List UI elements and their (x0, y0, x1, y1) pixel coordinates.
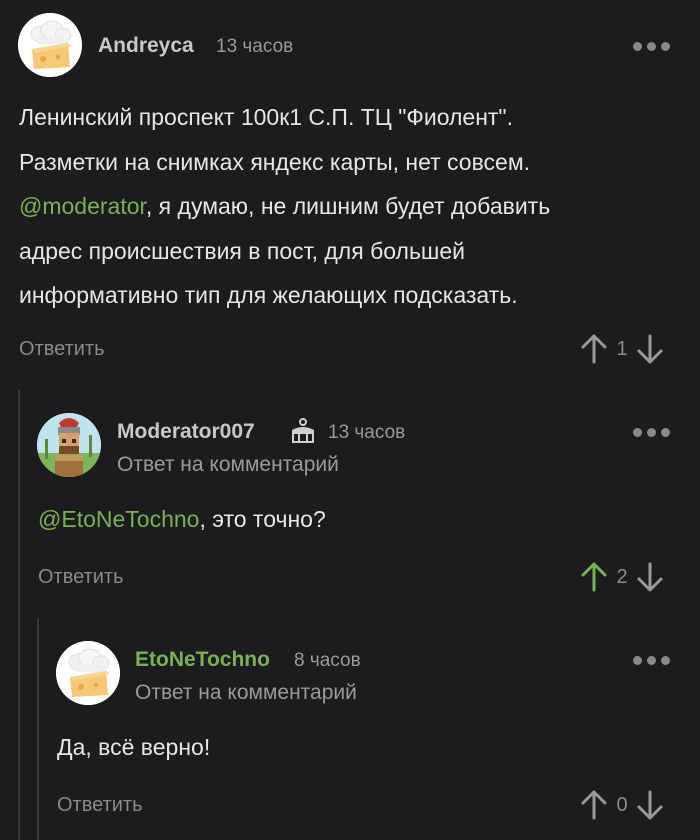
upvote-arrow-icon[interactable] (580, 333, 608, 365)
more-options-button[interactable] (633, 425, 673, 439)
vote-count: 2 (616, 565, 628, 588)
body-text: , это точно? (199, 506, 326, 532)
dot-icon (647, 41, 656, 51)
vote-count: 0 (616, 793, 628, 816)
body-text: , я думаю, не лишним будет добавить (145, 193, 551, 219)
dot-icon (661, 655, 670, 665)
comment-body: @EtoNeTochno, это точно? (38, 497, 678, 542)
reply-button[interactable]: Ответить (57, 794, 143, 817)
dot-icon (647, 655, 656, 665)
vote-controls: 0 (580, 787, 664, 823)
body-line: @EtoNeTochno, это точно? (38, 497, 678, 542)
comment-body: Ленинский проспект 100к1 С.П. ТЦ "Фиолен… (19, 95, 689, 318)
downvote-arrow-icon[interactable] (636, 333, 664, 365)
body-line: Ленинский проспект 100к1 С.П. ТЦ "Фиолен… (19, 104, 513, 130)
reply-button[interactable]: Ответить (19, 338, 105, 361)
comment-time: 13 часов (216, 36, 294, 57)
comment-body: Да, всё верно! (57, 725, 677, 770)
thread-line[interactable] (18, 390, 20, 840)
comment-time: 13 часов (328, 422, 406, 443)
dot-icon (633, 427, 642, 437)
vote-count: 1 (616, 337, 628, 360)
chef-hat-cheese-avatar-icon (18, 13, 82, 77)
reply-to-link[interactable]: Ответ на комментарий (135, 681, 357, 705)
dot-icon (661, 427, 670, 437)
gladiator-avatar-icon (37, 413, 101, 477)
body-line: Да, всё верно! (57, 734, 211, 760)
avatar[interactable] (56, 641, 120, 705)
more-options-button[interactable] (633, 39, 673, 53)
comment-time: 8 часов (294, 650, 361, 671)
author-name[interactable]: Andreyca (98, 34, 194, 58)
vote-controls: 1 (580, 331, 664, 367)
reply-to-link[interactable]: Ответ на комментарий (117, 453, 339, 477)
body-line: @moderator, я думаю, не лишним будет доб… (19, 184, 689, 229)
avatar[interactable] (18, 13, 82, 77)
upvote-arrow-icon[interactable] (580, 561, 608, 593)
dot-icon (633, 655, 642, 665)
cake-icon (292, 418, 314, 443)
body-line: адрес происшествия в пост, для большей (19, 237, 466, 264)
mention-link[interactable]: @moderator (19, 193, 146, 219)
vote-controls: 2 (580, 559, 664, 595)
author-name[interactable]: Moderator007 (117, 420, 255, 444)
dot-icon (661, 41, 670, 51)
upvote-arrow-icon[interactable] (580, 789, 608, 821)
chef-hat-cheese-avatar-icon (56, 641, 120, 705)
body-line: информативно тип для желающих подсказать… (19, 282, 518, 308)
thread-line[interactable] (37, 618, 39, 840)
downvote-arrow-icon[interactable] (636, 561, 664, 593)
dot-icon (633, 41, 642, 51)
avatar[interactable] (37, 413, 101, 477)
downvote-arrow-icon[interactable] (636, 789, 664, 821)
mention-link[interactable]: @EtoNeTochno (38, 506, 199, 532)
body-line: Разметки на снимках яндекс карты, нет со… (19, 148, 531, 175)
more-options-button[interactable] (633, 653, 673, 667)
dot-icon (647, 427, 656, 437)
reply-button[interactable]: Ответить (38, 566, 124, 589)
author-name[interactable]: EtoNeTochno (135, 648, 270, 672)
